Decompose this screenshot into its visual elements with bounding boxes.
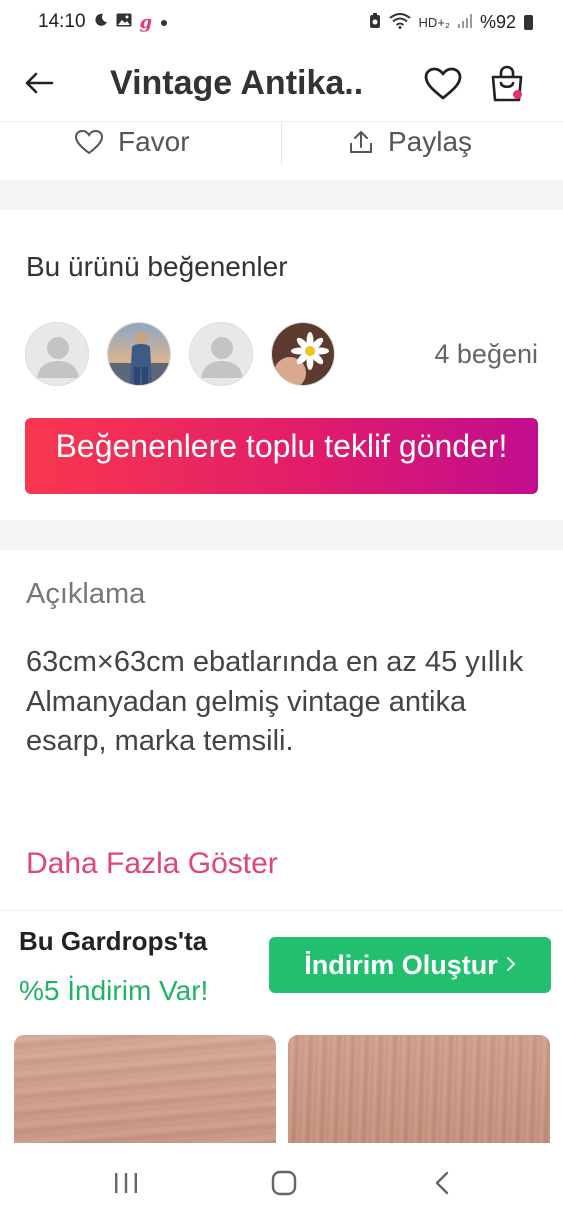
person-photo-avatar xyxy=(108,323,170,385)
discount-divider xyxy=(0,910,563,911)
app-header: Vintage Antika.. xyxy=(0,48,563,120)
favor-button[interactable]: Favor xyxy=(74,122,190,165)
recents-button[interactable] xyxy=(96,1163,156,1203)
liker-avatar[interactable] xyxy=(189,322,253,386)
product-thumbnail[interactable] xyxy=(14,1035,276,1150)
share-button[interactable]: Paylaş xyxy=(348,122,473,165)
create-discount-label: İndirim Oluştur xyxy=(304,949,498,980)
action-row: Favor Paylaş xyxy=(0,121,563,165)
product-thumbnail[interactable] xyxy=(288,1035,550,1150)
image-icon xyxy=(116,13,132,31)
action-divider xyxy=(281,122,282,165)
sync-icon xyxy=(369,12,381,32)
likers-title: Bu ürünü beğenenler xyxy=(26,251,288,282)
section-separator xyxy=(0,180,563,210)
like-count[interactable]: 4 beğeni xyxy=(434,339,538,370)
favor-label: Favor xyxy=(118,126,190,157)
discount-title: Bu Gardrops'ta xyxy=(19,926,208,956)
share-label: Paylaş xyxy=(388,126,473,157)
home-button[interactable] xyxy=(254,1163,314,1203)
favorite-button[interactable] xyxy=(420,62,466,106)
description-label: Açıklama xyxy=(26,578,146,610)
signal-icon xyxy=(457,13,472,31)
status-time: 14:10 xyxy=(38,11,86,32)
back-arrow-icon xyxy=(25,72,54,94)
wifi-icon xyxy=(388,12,411,32)
home-icon xyxy=(271,1170,297,1196)
cart-badge xyxy=(513,90,522,99)
battery-icon xyxy=(524,14,533,30)
battery-percent: %92 xyxy=(479,11,516,32)
gardrops-app-icon: g xyxy=(139,11,153,33)
show-more-link[interactable]: Daha Fazla Göster xyxy=(26,847,278,881)
section-separator xyxy=(0,520,563,550)
chevron-right-icon xyxy=(506,951,516,979)
share-icon xyxy=(350,131,372,153)
recents-icon xyxy=(115,1173,137,1193)
default-avatar-icon xyxy=(26,323,88,385)
hd-voice-icon: HD+₂ xyxy=(418,14,450,30)
bulk-offer-button[interactable]: Beğenenlere toplu teklif gönder! xyxy=(25,418,538,494)
status-left: 14:10 g xyxy=(38,11,168,33)
discount-subtitle: %5 İndirim Var! xyxy=(19,975,209,1006)
liker-avatar[interactable] xyxy=(271,322,335,386)
daisy-photo-avatar xyxy=(272,323,334,385)
create-discount-button[interactable]: İndirim Oluştur xyxy=(269,937,551,993)
default-avatar-icon xyxy=(190,323,252,385)
status-bar: 14:10 g HD+₂ %92 xyxy=(0,0,563,44)
status-right: HD+₂ %92 xyxy=(369,12,533,33)
back-chevron-icon xyxy=(435,1171,449,1195)
back-arrow-button[interactable] xyxy=(18,62,60,104)
liker-avatar[interactable] xyxy=(25,322,89,386)
moon-icon xyxy=(94,13,108,31)
cart-button[interactable] xyxy=(484,60,530,108)
nav-back-button[interactable] xyxy=(412,1163,472,1203)
heart-outline-icon xyxy=(74,129,104,155)
description-text: 63cm×63cm ebatlarında en az 45 yıllık Al… xyxy=(26,646,524,757)
liker-avatar[interactable] xyxy=(107,322,171,386)
heart-icon xyxy=(424,67,462,100)
system-nav-bar xyxy=(0,1143,563,1219)
dot-icon xyxy=(160,14,168,31)
page-title: Vintage Antika.. xyxy=(110,64,364,102)
